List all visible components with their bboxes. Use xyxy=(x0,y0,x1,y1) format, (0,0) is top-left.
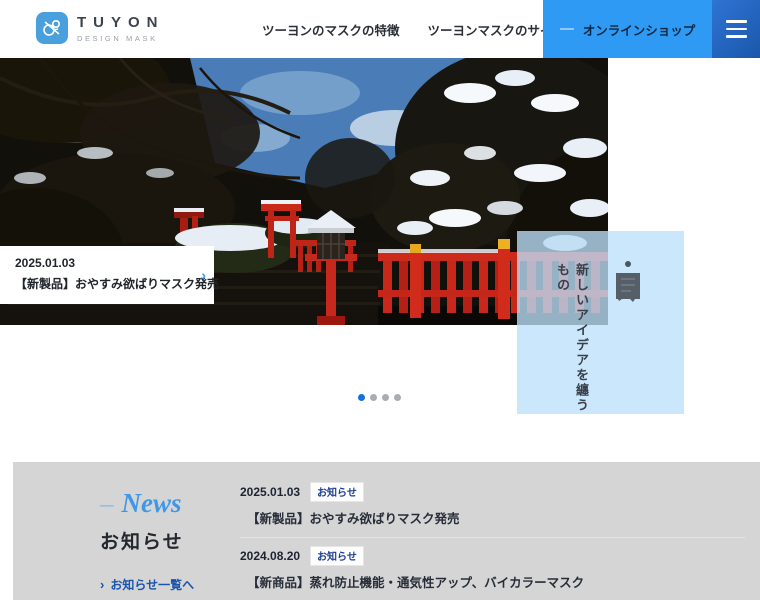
news-section: – News お知らせ › お知らせ一覧へ 2025.01.03 お知らせ 【新製… xyxy=(13,462,760,600)
site-logo[interactable]: TUYON DESIGN MASK xyxy=(36,12,165,44)
news-view-all-link[interactable]: › お知らせ一覧へ xyxy=(100,576,194,593)
online-shop-button[interactable]: オンラインショップ xyxy=(543,0,712,58)
hero-news-overlay[interactable]: 2025.01.03 【新製品】おやすみ欲ばりマスク発売 › xyxy=(0,246,220,304)
button-dash-decoration xyxy=(559,28,574,30)
news-heading-en: News xyxy=(121,488,182,518)
news-list-item[interactable]: 2025.01.03 お知らせ 【新製品】おやすみ欲ばりマスク発売 xyxy=(240,474,745,538)
hamburger-icon xyxy=(725,20,747,23)
carousel-dot[interactable] xyxy=(358,394,365,401)
vertical-tagline-text: 新しいアイデアを纏うもの xyxy=(555,263,589,413)
news-heading-ja: お知らせ xyxy=(100,532,184,553)
chevron-right-icon: › xyxy=(201,267,206,283)
news-item-badge: お知らせ xyxy=(310,482,364,502)
carousel-dot[interactable] xyxy=(382,394,389,401)
hero-news-title: 【新製品】おやすみ欲ばりマスク発売 xyxy=(15,277,220,291)
online-shop-label: オンラインショップ xyxy=(582,23,696,38)
chevron-right-icon: › xyxy=(100,577,105,592)
view-all-label: お知らせ一覧へ xyxy=(110,578,195,592)
carousel-dots xyxy=(358,394,401,401)
news-item-date: 2024.08.20 xyxy=(240,549,301,563)
news-item-title: 【新商品】蒸れ防止機能・通気性アップ、バイカラーマスク xyxy=(247,576,585,590)
logo-brand-text: TUYON xyxy=(77,13,165,31)
hamburger-menu-button[interactable] xyxy=(712,0,760,58)
heading-dash-decoration: – xyxy=(100,488,114,518)
news-list-item[interactable]: 2024.08.20 お知らせ 【新商品】蒸れ防止機能・通気性アップ、バイカラー… xyxy=(240,538,745,600)
logo-tagline-text: DESIGN MASK xyxy=(77,33,158,43)
hero-tagline-panel: 新しいアイデアを纏うもの xyxy=(517,231,684,414)
hero-news-date: 2025.01.03 xyxy=(15,256,76,270)
news-item-badge: お知らせ xyxy=(310,546,364,566)
tuyon-homepage: TUYON DESIGN MASK ツーヨンのマスクの特徴 ツーヨンマスクのサイ… xyxy=(0,0,760,600)
tuyon-logo-icon xyxy=(36,12,68,44)
news-list: 2025.01.03 お知らせ 【新製品】おやすみ欲ばりマスク発売 2024.0… xyxy=(240,474,745,600)
news-item-date: 2025.01.03 xyxy=(240,485,301,499)
seal-stamp-icon xyxy=(613,259,643,312)
news-section-heading: – News お知らせ xyxy=(100,488,184,554)
carousel-dot[interactable] xyxy=(370,394,377,401)
carousel-dot[interactable] xyxy=(394,394,401,401)
nav-item-mask-features[interactable]: ツーヨンのマスクの特徴 xyxy=(262,20,400,39)
main-nav: ツーヨンのマスクの特徴 ツーヨンマスクのサイズ xyxy=(262,0,565,58)
site-header: TUYON DESIGN MASK ツーヨンのマスクの特徴 ツーヨンマスクのサイ… xyxy=(0,0,760,58)
news-item-title: 【新製品】おやすみ欲ばりマスク発売 xyxy=(247,512,460,526)
